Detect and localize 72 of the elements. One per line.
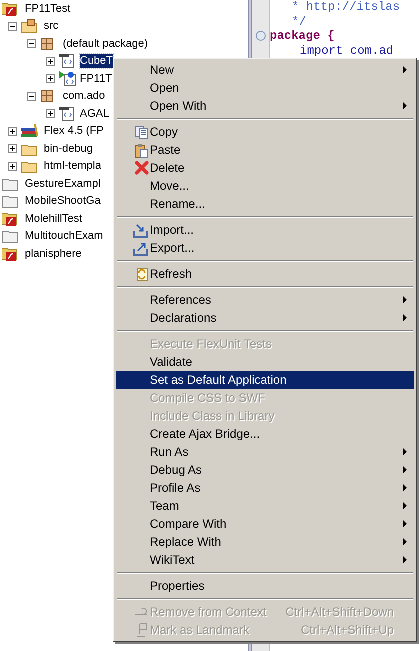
menu-item[interactable]: Open [116, 79, 414, 97]
tree-item[interactable]: src [44, 19, 59, 34]
collapse-icon[interactable] [27, 92, 36, 101]
menu-item[interactable]: Open With [116, 97, 414, 115]
tree-item[interactable]: bin-debug [44, 142, 93, 156]
code-line: package { [270, 29, 335, 44]
package-icon [40, 36, 54, 51]
folder-icon [21, 159, 37, 174]
menu-item[interactable]: Copy [116, 123, 414, 141]
menu-item[interactable]: Refresh [116, 265, 414, 283]
menu-item[interactable]: Profile As [116, 479, 414, 497]
clipboard-icon [134, 142, 149, 158]
tree-item[interactable]: FP11Test [25, 2, 71, 16]
expand-icon[interactable] [8, 162, 17, 171]
folder-icon [2, 194, 18, 208]
menu-item[interactable]: References [116, 291, 414, 309]
tree-item[interactable]: com.ado [63, 89, 106, 104]
tree-item[interactable]: AGAL [80, 106, 110, 121]
menu-item[interactable]: Delete [116, 159, 414, 177]
menu-item[interactable]: New [116, 61, 414, 79]
application-file-icon [59, 70, 76, 87]
menu-item[interactable]: Move... [116, 177, 414, 195]
tree-item[interactable]: GestureExampl [25, 176, 101, 191]
export-icon [133, 240, 149, 256]
landmark-icon [135, 622, 149, 638]
package-folder-icon [21, 19, 37, 34]
delete-icon [135, 161, 149, 175]
code-line: */ [291, 14, 306, 29]
code-line: import com.ad [299, 44, 394, 58]
code-line: * http://itslas [291, 0, 400, 14]
expand-icon[interactable] [46, 56, 55, 66]
menu-item[interactable]: WikiText [116, 551, 414, 569]
package-icon [40, 89, 54, 104]
menu-item[interactable]: Rename... [116, 195, 414, 213]
menu-item[interactable]: Declarations [116, 309, 414, 327]
refresh-icon [135, 266, 149, 282]
menu-item[interactable]: Validate [116, 353, 414, 371]
tree-item[interactable]: MolehillTest [25, 212, 82, 226]
shortcut-text: Ctrl+Alt+Shift+Down [286, 604, 394, 621]
menu-item[interactable]: Compare With [116, 515, 414, 533]
class-file-icon [59, 106, 75, 122]
folder-icon [2, 229, 18, 244]
class-file-icon [59, 53, 75, 70]
menu-item[interactable]: Paste [116, 141, 414, 159]
copy-icon [134, 124, 149, 140]
menu-item[interactable]: Set as Default Application [116, 371, 414, 389]
shortcut-text: Ctrl+Alt+Shift+Up [300, 622, 394, 639]
expand-icon[interactable] [8, 144, 17, 154]
expand-icon[interactable] [46, 74, 55, 84]
collapse-icon[interactable] [8, 22, 17, 31]
tree-item[interactable]: FP11T [80, 72, 112, 86]
menu-item[interactable]: Run As [116, 443, 414, 461]
tree-item[interactable]: MobileShootGa [25, 194, 101, 208]
tree-item[interactable]: CubeT [80, 54, 114, 68]
expand-icon[interactable] [8, 126, 17, 136]
menu-item[interactable]: Replace With [116, 533, 414, 551]
tree-item[interactable]: Flex 4.5 (FP [44, 124, 104, 138]
collapse-icon[interactable] [27, 39, 36, 48]
tree-item[interactable]: planisphere [25, 246, 82, 261]
tree-item[interactable]: html-templa [44, 159, 102, 174]
tree-item[interactable]: MultitouchExam [25, 229, 104, 244]
import-icon [133, 222, 149, 238]
menu-item[interactable]: Create Ajax Bridge... [116, 425, 414, 443]
menu-item[interactable]: Debug As [116, 461, 414, 479]
menu-item[interactable]: Team [116, 497, 414, 515]
menu-item[interactable]: Import... [116, 221, 414, 239]
menu-item[interactable]: Properties [116, 577, 414, 595]
library-books-icon [21, 124, 38, 138]
folder-icon [2, 176, 18, 191]
tree-item[interactable]: (default package) [63, 36, 148, 51]
expand-icon[interactable] [46, 109, 55, 118]
menu-item[interactable]: Export... [116, 239, 414, 257]
